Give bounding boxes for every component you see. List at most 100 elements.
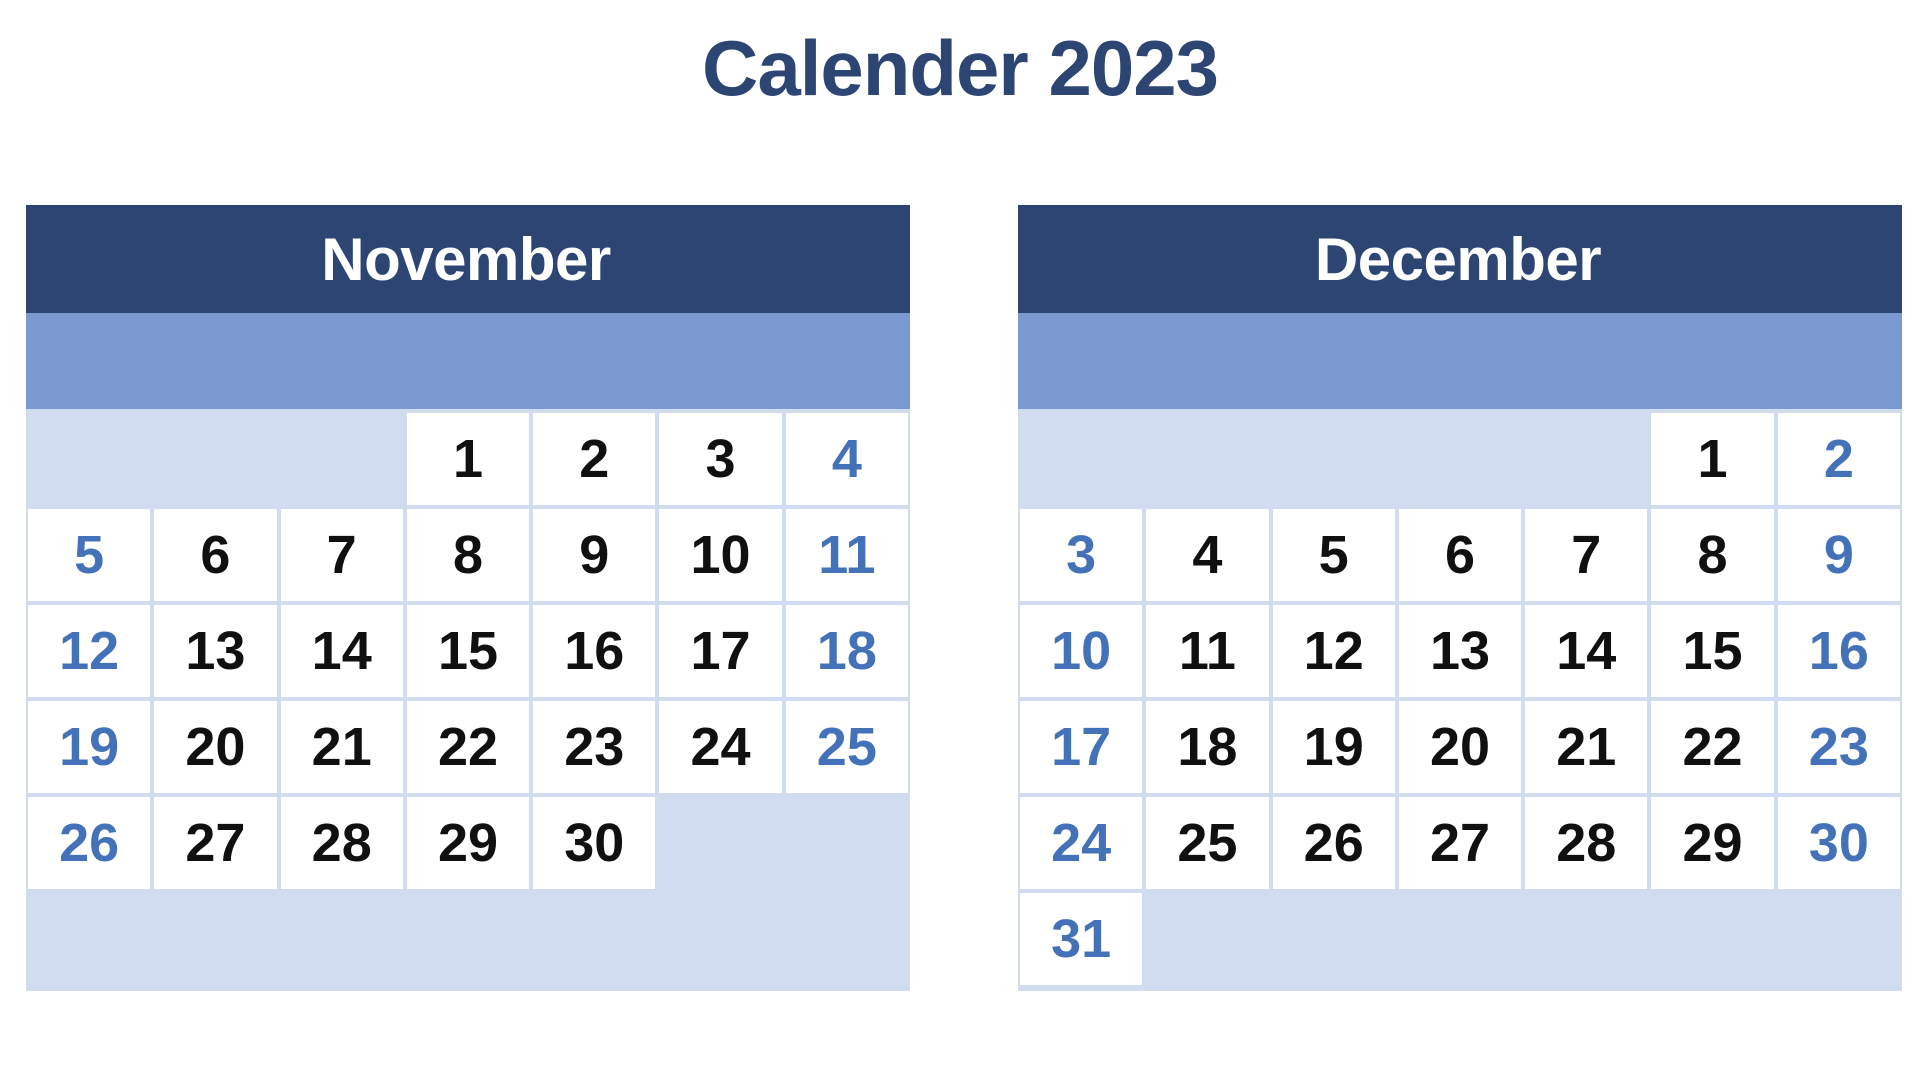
day-cell-november-17[interactable]: 17: [659, 605, 782, 697]
day-cell-empty-november-5-4: [533, 893, 656, 985]
day-cell-empty-november-5-1: [154, 893, 277, 985]
day-cell-december-22[interactable]: 22: [1651, 701, 1774, 793]
day-cell-november-12[interactable]: 12: [28, 605, 151, 697]
day-cell-november-22[interactable]: 22: [406, 701, 530, 793]
day-cell-december-30[interactable]: 30: [1777, 797, 1900, 889]
day-cell-november-28[interactable]: 28: [280, 797, 403, 889]
day-cell-empty-november-0-1: [154, 413, 277, 505]
month-title-november: November: [26, 205, 910, 313]
day-cell-empty-december-5-4: [1525, 893, 1648, 985]
day-cell-empty-november-4-5: [659, 797, 782, 889]
day-cell-november-20[interactable]: 20: [154, 701, 277, 793]
month-panel-november: November 1 2 3 4 5 6 7 8 9 10 11 12 13 14 15 16 17 18 19 20…: [26, 205, 910, 991]
day-cell-december-11[interactable]: 11: [1146, 605, 1269, 697]
day-cell-december-27[interactable]: 27: [1398, 797, 1522, 889]
day-cell-december-13[interactable]: 13: [1398, 605, 1522, 697]
day-cell-empty-november-5-5: [659, 893, 782, 985]
day-cell-december-17[interactable]: 17: [1020, 701, 1143, 793]
weekday-label-2: [279, 313, 405, 409]
day-cell-november-6[interactable]: 6: [154, 509, 277, 601]
day-cell-december-8[interactable]: 8: [1651, 509, 1774, 601]
day-cell-empty-december-0-3: [1398, 413, 1522, 505]
days-grid-december: 1 2 3 4 5 6 7 8 9 10 11 12 13 14 15 16 17 18 19 20 21 22 23 24 2…: [1018, 409, 1902, 991]
day-cell-november-13[interactable]: 13: [154, 605, 277, 697]
weekday-label-5: [657, 313, 783, 409]
day-cell-december-21[interactable]: 21: [1525, 701, 1648, 793]
day-cell-december-7[interactable]: 7: [1525, 509, 1648, 601]
day-cell-december-6[interactable]: 6: [1398, 509, 1522, 601]
day-cell-december-28[interactable]: 28: [1525, 797, 1648, 889]
weekday-label-1: [1144, 313, 1270, 409]
day-cell-december-10[interactable]: 10: [1020, 605, 1143, 697]
day-cell-november-23[interactable]: 23: [533, 701, 656, 793]
day-cell-november-25[interactable]: 25: [785, 701, 908, 793]
day-cell-december-20[interactable]: 20: [1398, 701, 1522, 793]
day-cell-december-18[interactable]: 18: [1146, 701, 1269, 793]
day-cell-december-5[interactable]: 5: [1272, 509, 1395, 601]
day-cell-december-29[interactable]: 29: [1651, 797, 1774, 889]
day-cell-november-16[interactable]: 16: [533, 605, 656, 697]
day-cell-november-11[interactable]: 11: [785, 509, 908, 601]
day-cell-empty-december-5-2: [1272, 893, 1395, 985]
day-cell-december-26[interactable]: 26: [1272, 797, 1395, 889]
day-cell-december-2[interactable]: 2: [1777, 413, 1900, 505]
day-cell-november-7[interactable]: 7: [280, 509, 403, 601]
weekday-label-4: [531, 313, 657, 409]
day-cell-empty-november-4-6: [785, 797, 908, 889]
weekday-label-0: [1018, 313, 1144, 409]
day-cell-december-12[interactable]: 12: [1272, 605, 1395, 697]
day-cell-empty-december-0-0: [1020, 413, 1143, 505]
day-cell-december-3[interactable]: 3: [1020, 509, 1143, 601]
day-cell-november-5[interactable]: 5: [28, 509, 151, 601]
weekday-label-1: [152, 313, 278, 409]
month-title-december: December: [1018, 205, 1902, 313]
day-cell-december-14[interactable]: 14: [1525, 605, 1648, 697]
day-cell-empty-november-0-0: [28, 413, 151, 505]
day-cell-empty-november-5-0: [28, 893, 151, 985]
day-cell-december-16[interactable]: 16: [1777, 605, 1900, 697]
day-cell-november-9[interactable]: 9: [533, 509, 656, 601]
day-cell-november-26[interactable]: 26: [28, 797, 151, 889]
day-cell-empty-november-0-2: [280, 413, 403, 505]
day-cell-november-15[interactable]: 15: [406, 605, 530, 697]
day-cell-december-4[interactable]: 4: [1146, 509, 1269, 601]
weekday-header-december: [1018, 313, 1902, 409]
day-cell-december-1[interactable]: 1: [1651, 413, 1774, 505]
day-cell-november-8[interactable]: 8: [406, 509, 530, 601]
day-cell-december-15[interactable]: 15: [1651, 605, 1774, 697]
day-cell-november-3[interactable]: 3: [659, 413, 782, 505]
day-cell-empty-december-0-1: [1146, 413, 1269, 505]
day-cell-november-29[interactable]: 29: [406, 797, 530, 889]
day-cell-november-10[interactable]: 10: [659, 509, 782, 601]
weekday-label-2: [1271, 313, 1397, 409]
day-cell-december-23[interactable]: 23: [1777, 701, 1900, 793]
weekday-label-6: [1776, 313, 1902, 409]
day-cell-november-27[interactable]: 27: [154, 797, 277, 889]
page-title: Calender 2023: [702, 24, 1219, 112]
day-cell-december-31[interactable]: 31: [1020, 893, 1143, 985]
day-cell-november-14[interactable]: 14: [280, 605, 403, 697]
day-cell-december-24[interactable]: 24: [1020, 797, 1143, 889]
day-cell-december-19[interactable]: 19: [1272, 701, 1395, 793]
day-cell-november-1[interactable]: 1: [406, 413, 530, 505]
day-cell-december-9[interactable]: 9: [1777, 509, 1900, 601]
weekday-label-0: [26, 313, 152, 409]
day-cell-empty-december-0-2: [1272, 413, 1395, 505]
day-cell-december-25[interactable]: 25: [1146, 797, 1269, 889]
day-cell-november-2[interactable]: 2: [533, 413, 656, 505]
weekday-header-november: [26, 313, 910, 409]
day-cell-november-24[interactable]: 24: [659, 701, 782, 793]
day-cell-empty-december-5-3: [1398, 893, 1522, 985]
calendar-page: Calender 2023 November 1 2 3 4 5 6 7 8 9 10 11 12 13…: [0, 0, 1920, 1078]
day-cell-empty-december-0-4: [1525, 413, 1648, 505]
day-cell-november-4[interactable]: 4: [785, 413, 908, 505]
weekday-label-6: [784, 313, 910, 409]
day-cell-november-30[interactable]: 30: [533, 797, 656, 889]
day-cell-november-21[interactable]: 21: [280, 701, 403, 793]
day-cell-november-19[interactable]: 19: [28, 701, 151, 793]
day-cell-november-18[interactable]: 18: [785, 605, 908, 697]
weekday-label-3: [405, 313, 531, 409]
day-cell-empty-november-5-6: [785, 893, 908, 985]
days-grid-november: 1 2 3 4 5 6 7 8 9 10 11 12 13 14 15 16 17 18 19 20 21 22 23 24 2…: [26, 409, 910, 991]
weekday-label-3: [1397, 313, 1523, 409]
